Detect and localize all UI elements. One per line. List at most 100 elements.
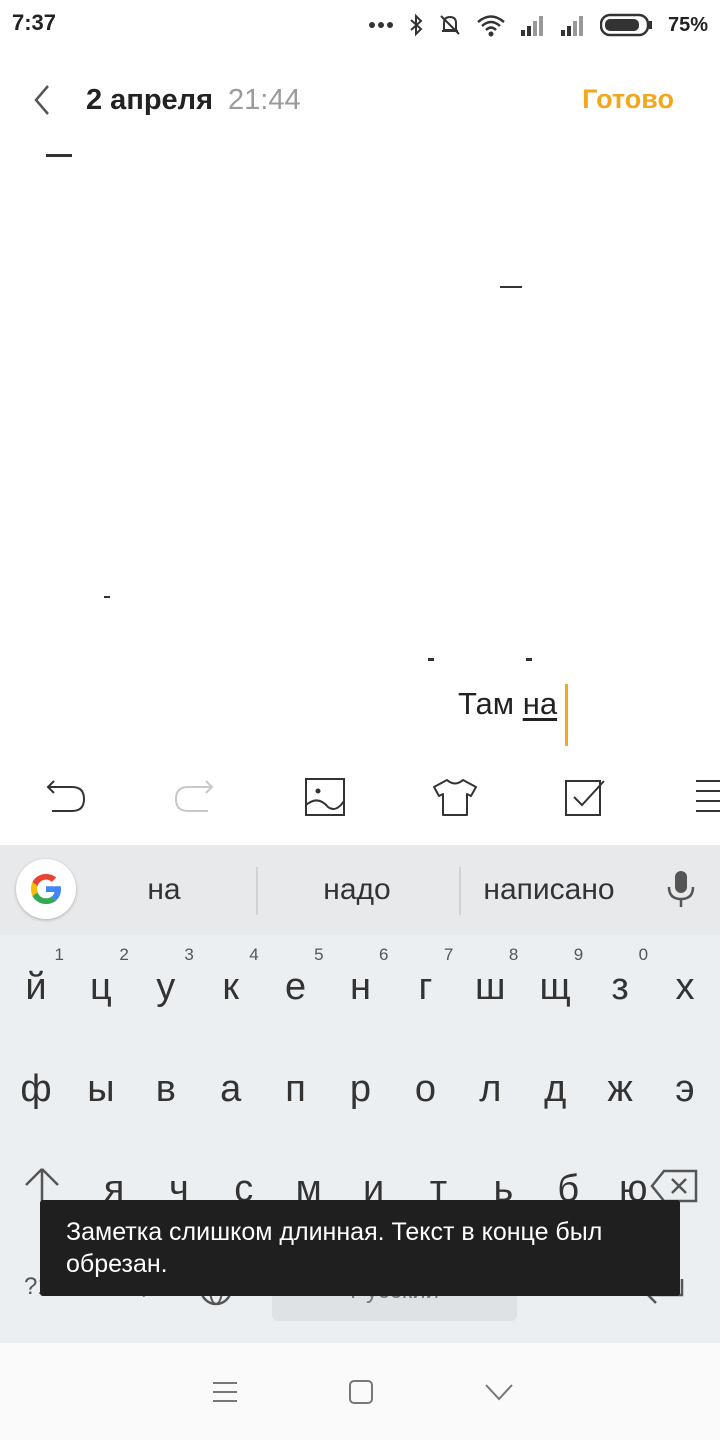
key-label: щ (539, 966, 571, 1008)
suggestion-divider (459, 867, 461, 915)
key[interactable]: н6 (329, 937, 393, 1037)
note-text-composing: на (522, 686, 558, 721)
note-text-plain: Там (458, 686, 523, 721)
key-number-hint: 3 (184, 945, 194, 964)
menu-icon (213, 1382, 237, 1402)
key-label: ш (475, 966, 506, 1008)
key[interactable]: а (199, 1039, 263, 1139)
clipped-text-fragment (500, 286, 522, 288)
google-logo-icon (31, 874, 61, 904)
key[interactable]: ж (588, 1039, 652, 1139)
shirt-icon (433, 779, 477, 816)
format-list-icon (696, 780, 720, 812)
home-button[interactable] (346, 1377, 376, 1407)
key-label: к (222, 966, 239, 1008)
voice-input-button[interactable] (664, 869, 698, 909)
chevron-left-icon (34, 85, 49, 115)
note-date: 2 апреля (86, 84, 214, 116)
status-time: 7:37 (12, 10, 57, 35)
key-number-hint: 7 (443, 945, 454, 964)
key-number-hint: 0 (638, 945, 649, 964)
key-row-2: фывапролджэ (0, 1039, 720, 1139)
key[interactable]: г7 (393, 937, 457, 1037)
key-label: у (156, 966, 176, 1008)
clipped-text-fragment (428, 658, 434, 661)
suggestion-3[interactable]: написано (466, 873, 632, 907)
key[interactable]: к4 (199, 937, 263, 1037)
redo-icon (174, 780, 214, 812)
key-label: з (611, 966, 629, 1008)
checkbox-icon (565, 780, 605, 816)
note-editor[interactable]: Там на (0, 140, 720, 760)
key-number-hint: 2 (119, 945, 129, 964)
home-square-icon (349, 1380, 373, 1404)
key-label: х (675, 966, 695, 1008)
key[interactable]: у3 (134, 937, 198, 1037)
key[interactable]: ы (69, 1039, 133, 1139)
status-icons: 75% (368, 8, 708, 42)
wifi-icon (476, 13, 506, 37)
note-time: 21:44 (228, 84, 301, 116)
key[interactable]: ф (4, 1039, 68, 1139)
key[interactable]: п (264, 1039, 328, 1139)
battery-icon (599, 13, 654, 37)
key-label: г (418, 966, 433, 1008)
format-button[interactable] (690, 772, 720, 822)
key[interactable]: ш8 (458, 937, 522, 1037)
key[interactable]: й1 (4, 937, 68, 1037)
suggestion-1[interactable]: на (124, 873, 204, 907)
key[interactable]: р (329, 1039, 393, 1139)
key-number-hint: 1 (54, 945, 64, 964)
note-header: 2 апреля 21:44 Готово (0, 60, 720, 140)
microphone-icon (667, 871, 695, 907)
done-button[interactable]: Готово (582, 84, 674, 115)
shift-arrow-icon (25, 1168, 59, 1201)
key[interactable]: е5 (264, 937, 328, 1037)
key[interactable]: л (458, 1039, 522, 1139)
image-icon (305, 778, 345, 816)
toast-message: Заметка слишком длинная. Текст в конце б… (40, 1200, 680, 1296)
key-number-hint: 4 (249, 945, 259, 964)
insert-image-button[interactable] (300, 772, 350, 822)
redo-button[interactable] (170, 772, 220, 822)
key-label: й (25, 966, 47, 1008)
suggestion-divider (256, 867, 258, 915)
key[interactable]: в (134, 1039, 198, 1139)
clipped-text-fragment (104, 596, 110, 598)
key[interactable]: з0 (588, 937, 652, 1037)
note-text-line: Там на (458, 686, 557, 722)
chevron-down-icon (485, 1384, 513, 1401)
key[interactable]: ц2 (69, 937, 133, 1037)
suggestion-bar: на надо написано (0, 845, 720, 935)
key-number-hint: 9 (573, 945, 584, 964)
key-number-hint: 6 (379, 945, 389, 964)
key-label: н (350, 966, 371, 1008)
key[interactable]: д (523, 1039, 587, 1139)
checklist-button[interactable] (560, 772, 610, 822)
back-button[interactable] (24, 80, 64, 120)
clipped-text-fragment (46, 154, 72, 157)
key[interactable]: щ9 (523, 937, 587, 1037)
key[interactable]: э (653, 1039, 717, 1139)
note-toolbar (0, 758, 720, 838)
text-cursor (565, 684, 568, 746)
undo-button[interactable] (40, 772, 90, 822)
signal-icon (560, 14, 586, 36)
key-number-hint: 8 (508, 945, 519, 964)
suggestion-2[interactable]: надо (282, 873, 432, 907)
theme-button[interactable] (430, 772, 480, 822)
signal-icon (520, 14, 546, 36)
menu-button[interactable] (210, 1377, 240, 1407)
navigation-bar (0, 1343, 720, 1440)
key-label: е (285, 966, 307, 1008)
more-dots-icon (368, 21, 394, 29)
key-label: ц (90, 966, 112, 1008)
battery-percent: 75% (667, 13, 708, 36)
key-row-1: й1ц2у3к4е5н6г7ш8щ9з0х (0, 937, 720, 1037)
status-bar: 7:37 75% (0, 0, 720, 50)
key[interactable]: х (653, 937, 717, 1037)
key[interactable]: о (393, 1039, 457, 1139)
google-button[interactable] (16, 859, 76, 919)
hide-keyboard-button[interactable] (484, 1377, 514, 1407)
undo-icon (46, 780, 86, 812)
